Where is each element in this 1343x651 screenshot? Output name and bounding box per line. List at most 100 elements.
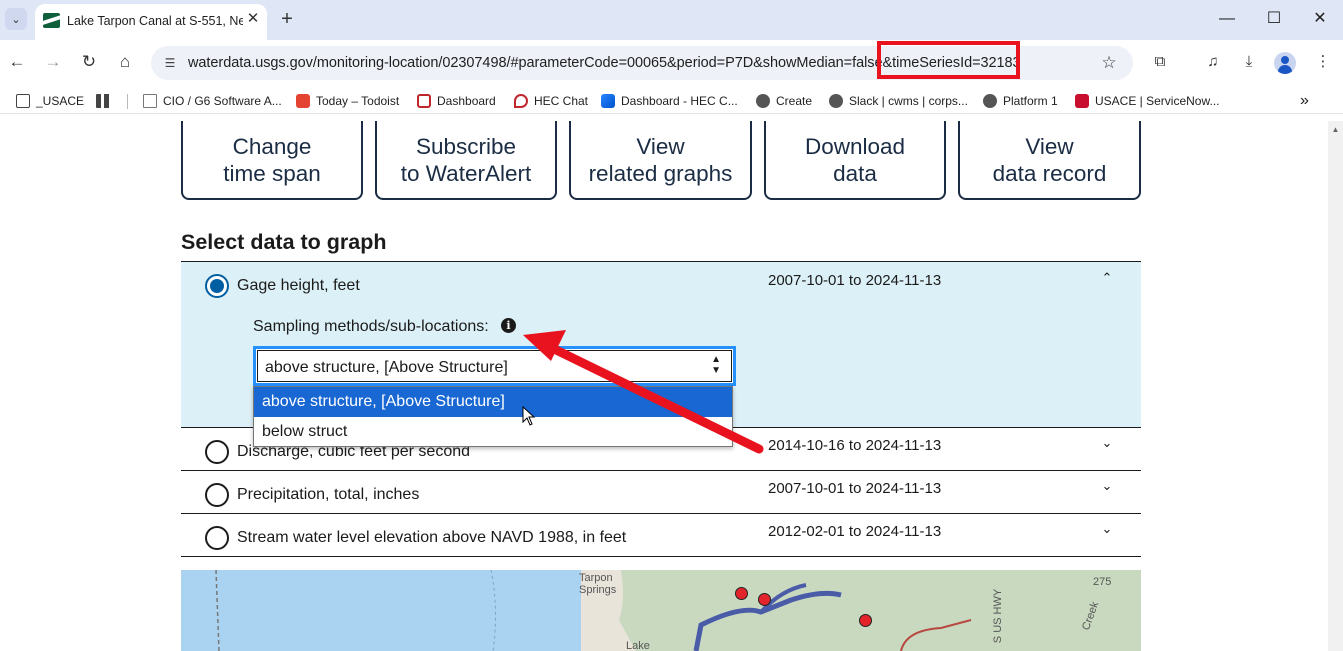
apps-grid-icon xyxy=(96,94,110,108)
parameter-label: Stream water level elevation above NAVD … xyxy=(237,529,627,546)
window-close-button[interactable]: ✕ xyxy=(1309,8,1331,30)
gauge-marker[interactable] xyxy=(735,587,748,600)
bookmark-create[interactable]: Create xyxy=(756,92,812,110)
bookmark-apps[interactable] xyxy=(96,92,116,110)
page-scrollbar[interactable] xyxy=(1328,121,1343,651)
button-line: Download xyxy=(804,134,906,159)
bookmark-dashboard[interactable]: Dashboard xyxy=(417,92,496,110)
download-data-button[interactable]: Download data xyxy=(764,121,946,200)
map-label: Lake xyxy=(626,640,650,651)
bookmark-label: HEC Chat xyxy=(534,94,589,108)
chevron-down-icon[interactable]: ⌄ xyxy=(1099,478,1115,494)
parameter-row-precipitation[interactable]: Precipitation, total, inches 2007-10-01 … xyxy=(181,471,1141,514)
bookmark-servicenow[interactable]: USACE | ServiceNow... xyxy=(1075,92,1220,110)
chevron-down-icon: ⌄ xyxy=(11,13,21,26)
media-control-icon[interactable]: ♫ xyxy=(1202,51,1224,73)
bookmark-platform-1[interactable]: Platform 1 xyxy=(983,92,1058,110)
sampling-methods-label: Sampling methods/sub-locations: xyxy=(253,318,489,335)
chat-icon xyxy=(514,94,528,108)
bookmark-label: Dashboard - HEC C... xyxy=(621,94,738,108)
select-updown-icon: ▲ ▼ xyxy=(711,354,721,376)
bookmark-hec-chat[interactable]: HEC Chat xyxy=(514,92,588,110)
button-line: data xyxy=(833,161,877,186)
info-icon[interactable]: i xyxy=(501,318,516,333)
map-label: 275 xyxy=(1093,576,1112,588)
bookmark-todoist[interactable]: Today – Todoist xyxy=(296,92,399,110)
stream-elevation-radio[interactable] xyxy=(205,526,229,550)
tab-close-icon[interactable]: ✕ xyxy=(244,10,262,28)
reload-icon: ↻ xyxy=(81,52,97,71)
option-below-structure[interactable]: below struct xyxy=(254,417,732,447)
site-info-icon[interactable]: ☰ xyxy=(161,54,179,72)
new-tab-button[interactable]: + xyxy=(277,8,297,30)
scroll-up-arrow-icon[interactable]: ▲ xyxy=(1331,126,1340,134)
forward-button[interactable]: → xyxy=(41,50,65,74)
select-data-heading: Select data to graph xyxy=(181,230,387,254)
back-button[interactable]: ← xyxy=(5,50,29,74)
map-label: Springs xyxy=(579,584,617,596)
globe-icon xyxy=(983,94,997,108)
browser-menu-icon[interactable]: ⋮ xyxy=(1312,51,1334,73)
parameter-list: Gage height, feet 2007-10-01 to 2024-11-… xyxy=(181,261,1141,557)
profile-avatar-icon[interactable] xyxy=(1274,52,1296,74)
maximize-button[interactable]: ☐ xyxy=(1263,8,1285,30)
bookmark-label: _USACE xyxy=(36,94,85,108)
parameter-dates: 2007-10-01 to 2024-11-13 xyxy=(768,272,942,289)
precipitation-radio[interactable] xyxy=(205,483,229,507)
parameter-row-stream-elevation[interactable]: Stream water level elevation above NAVD … xyxy=(181,514,1141,557)
page-icon xyxy=(143,94,157,108)
gage-height-radio[interactable] xyxy=(205,274,229,298)
bookmark-cio-g6[interactable]: CIO / G6 Software A... xyxy=(143,92,282,110)
button-line: related graphs xyxy=(588,161,733,186)
globe-icon xyxy=(829,94,843,108)
bookmark-usace[interactable]: _USACE xyxy=(16,92,84,110)
view-related-graphs-button[interactable]: View related graphs xyxy=(569,121,752,200)
button-line: to WaterAlert xyxy=(400,161,532,186)
view-data-record-button[interactable]: View data record xyxy=(958,121,1141,200)
mouse-cursor-icon xyxy=(522,406,536,426)
back-arrow-icon: ← xyxy=(8,52,26,71)
chevron-down-icon[interactable]: ⌄ xyxy=(1099,521,1115,537)
change-time-span-button[interactable]: Change time span xyxy=(181,121,363,200)
bookmark-label: Slack | cwms | corps... xyxy=(849,94,968,108)
select-border: above structure, [Above Structure] ▲ ▼ xyxy=(257,350,732,382)
servicenow-icon xyxy=(1075,94,1089,108)
gauge-marker[interactable] xyxy=(758,593,771,606)
bookmark-star-icon[interactable]: ☆ xyxy=(1098,52,1120,74)
parameter-dates: 2014-10-16 to 2024-11-13 xyxy=(768,437,942,454)
bookmark-hec-confluence[interactable]: Dashboard - HEC C... xyxy=(601,92,738,110)
usgs-favicon-icon xyxy=(43,13,60,28)
chevron-down-icon[interactable]: ⌄ xyxy=(1099,435,1115,451)
reload-button[interactable]: ↻ xyxy=(77,50,101,74)
button-line: Change xyxy=(232,134,312,159)
bookmarks-bar: _USACE CIO / G6 Software A... Today – To… xyxy=(0,86,1343,114)
chevron-up-icon[interactable]: ⌃ xyxy=(1099,270,1115,286)
location-map[interactable]: Tarpon Springs Lake S US HWY 275 Creek xyxy=(181,570,1141,651)
browser-tab[interactable]: Lake Tarpon Canal at S-551, Ne ✕ xyxy=(35,4,267,40)
home-button[interactable]: ⌂ xyxy=(113,50,137,74)
home-icon: ⌂ xyxy=(119,52,131,71)
bookmark-label: Create xyxy=(776,94,813,108)
globe-icon xyxy=(756,94,770,108)
option-above-structure[interactable]: above structure, [Above Structure] xyxy=(254,387,732,417)
url-highlight-box xyxy=(877,41,1020,79)
bookmark-label: Today – Todoist xyxy=(316,94,400,108)
folder-icon xyxy=(16,94,30,108)
gauge-marker[interactable] xyxy=(859,614,872,627)
extensions-icon[interactable]: ⧉ xyxy=(1149,51,1171,73)
bookmark-slack[interactable]: Slack | cwms | corps... xyxy=(829,92,968,110)
map-label: Tarpon xyxy=(579,572,613,584)
minimize-button[interactable]: — xyxy=(1216,8,1238,30)
tab-title: Lake Tarpon Canal at S-551, Ne xyxy=(67,14,243,28)
map-label: S US HWY xyxy=(992,588,1005,644)
page-content: Change time span Subscribe to WaterAlert… xyxy=(0,121,1343,651)
download-icon[interactable]: ⤓ xyxy=(1238,51,1260,73)
parameter-dates: 2007-10-01 to 2024-11-13 xyxy=(768,480,942,497)
bookmarks-overflow-button[interactable]: » xyxy=(1300,92,1309,110)
sampling-method-select[interactable]: above structure, [Above Structure] ▲ ▼ xyxy=(253,346,736,386)
browser-toolbar: ← → ↻ ⌂ ☰ waterdata.usgs.gov/monitoring-… xyxy=(0,40,1343,86)
bookmark-separator xyxy=(127,94,128,109)
discharge-radio[interactable] xyxy=(205,440,229,464)
tab-search-button[interactable]: ⌄ xyxy=(5,8,27,30)
subscribe-wateralert-button[interactable]: Subscribe to WaterAlert xyxy=(375,121,557,200)
